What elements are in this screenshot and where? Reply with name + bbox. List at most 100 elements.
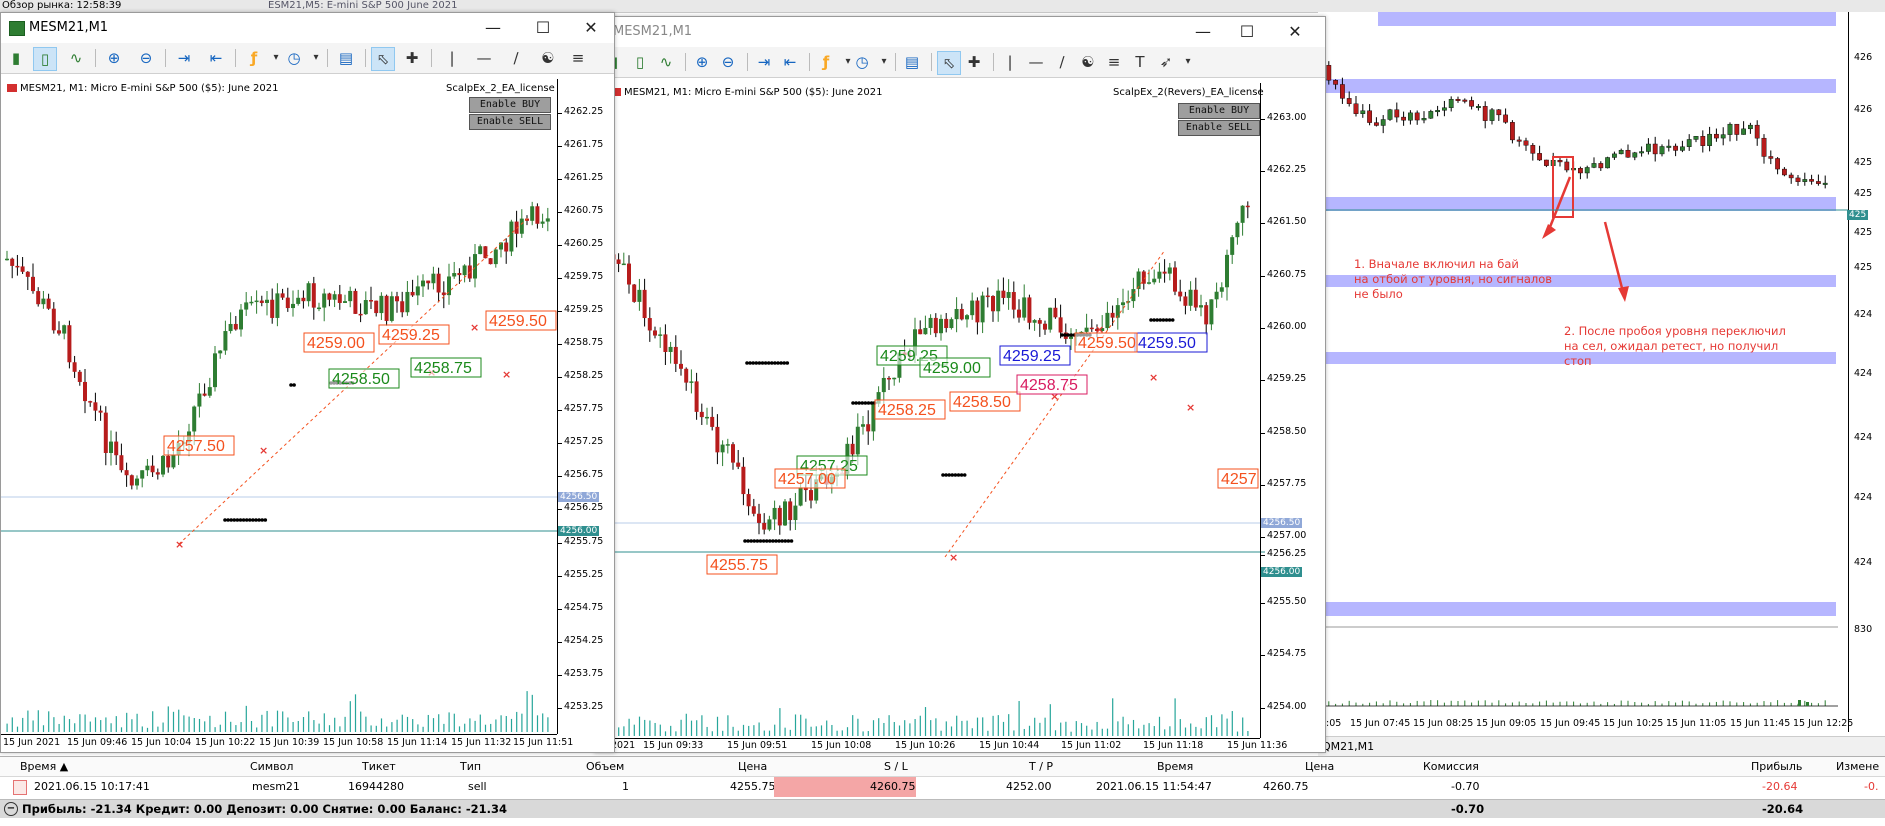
candle: [1632, 151, 1638, 161]
volume-bar: [141, 726, 143, 732]
templates-icon[interactable]: ▤: [901, 51, 923, 73]
window-title-bar[interactable]: MESM21,M1 — ☐ ✕: [595, 17, 1325, 47]
horizontal-line-icon[interactable]: —: [1025, 51, 1047, 73]
volume-bar: [1096, 721, 1098, 736]
close-button[interactable]: ✕: [1277, 21, 1313, 43]
chevron-down-icon[interactable]: ▾: [873, 51, 895, 73]
channel-icon[interactable]: ☯: [1077, 51, 1099, 73]
trade-marker: ×: [1186, 401, 1195, 414]
price-label: 4257.50: [163, 435, 235, 456]
channel-icon[interactable]: ☯: [537, 47, 559, 69]
candle: [1214, 282, 1219, 308]
col-ticket[interactable]: Тикет: [362, 759, 396, 775]
col-profit[interactable]: Прибыль: [1751, 759, 1802, 775]
cursor-icon[interactable]: ⬁: [937, 51, 961, 75]
maximize-button[interactable]: ☐: [1229, 21, 1265, 43]
chart-area[interactable]: MESM21, M1: Micro E-mini S&P 500 ($5): J…: [595, 83, 1325, 752]
text-tool-icon[interactable]: T: [1129, 51, 1151, 73]
zoom-out-icon[interactable]: ⊖: [717, 51, 739, 73]
vertical-line-icon[interactable]: |: [441, 47, 463, 69]
line-chart-icon[interactable]: ∿: [65, 47, 87, 69]
indicators-icon[interactable]: ƒ: [815, 51, 837, 73]
col-symbol[interactable]: Символ: [250, 759, 293, 775]
periods-clock-icon[interactable]: ◷: [283, 47, 305, 69]
signal-dot: [754, 361, 759, 365]
col-price[interactable]: Цена: [738, 759, 767, 775]
volume-bar: [1236, 731, 1239, 736]
templates-icon[interactable]: ▤: [335, 47, 357, 69]
candle: [1809, 174, 1814, 185]
candle: [504, 238, 509, 264]
volume-bar: [417, 724, 419, 732]
price-label: 4258.50: [328, 368, 400, 389]
volume-bar: [1127, 724, 1129, 736]
chart-area[interactable]: MESM21, M1: Micro E-mini S&P 500 ($5): J…: [1, 79, 614, 752]
col-change[interactable]: Измене: [1836, 759, 1879, 775]
col-tp[interactable]: T / P: [1029, 759, 1053, 775]
crosshair-icon[interactable]: ✚: [963, 51, 985, 73]
close-button[interactable]: ✕: [573, 17, 609, 39]
zoom-in-icon[interactable]: ⊕: [691, 51, 713, 73]
fibonacci-icon[interactable]: ≡: [1103, 51, 1125, 73]
collapse-icon[interactable]: −: [4, 802, 18, 816]
volume-bar: [245, 705, 247, 732]
col-type[interactable]: Тип: [460, 759, 481, 775]
volume-bar: [365, 716, 367, 732]
candle: [301, 290, 306, 309]
price-label: 4258.75: [1016, 374, 1088, 395]
indicators-icon[interactable]: ƒ: [243, 47, 265, 69]
candle-chart-icon[interactable]: ▯: [33, 47, 57, 71]
volume-bar: [464, 723, 466, 732]
signal-dot: [257, 518, 261, 522]
volume-bar: [167, 706, 169, 732]
volume-bar: [857, 718, 859, 736]
chart-window-1[interactable]: MESM21,M1 — ☐ ✕ ▮ ▯ ∿ ⊕ ⊖ ⇥ ⇤ ƒ ▾ ◷ ▾ ▤ …: [0, 12, 615, 753]
col-close-time[interactable]: Время: [1157, 759, 1193, 775]
col-volume[interactable]: Объем: [586, 759, 624, 775]
chart-shift-icon[interactable]: ⇤: [779, 51, 801, 73]
col-commission[interactable]: Комиссия: [1423, 759, 1479, 775]
crosshair-icon[interactable]: ✚: [401, 47, 423, 69]
chart-window-2[interactable]: MESM21,M1 — ☐ ✕ ▮ ▯ ∿ ⊕ ⊖ ⇥ ⇤ ƒ ▾ ◷ ▾ ▤ …: [594, 16, 1326, 753]
bg-chart-tab[interactable]: QM21,M1: [1322, 740, 1374, 753]
fibonacci-icon[interactable]: ≡: [567, 47, 589, 69]
chevron-down-icon[interactable]: ▾: [305, 47, 327, 69]
cursor-icon[interactable]: ⬁: [371, 47, 395, 71]
minimize-button[interactable]: —: [475, 17, 511, 39]
zoom-out-icon[interactable]: ⊖: [135, 47, 157, 69]
line-chart-icon[interactable]: ∿: [655, 51, 677, 73]
col-time[interactable]: Время ▲: [20, 759, 68, 775]
signal-dot: [235, 518, 240, 522]
col-close-price[interactable]: Цена: [1305, 759, 1334, 775]
candle: [405, 281, 410, 316]
maximize-button[interactable]: ☐: [525, 17, 561, 39]
volume-bar: [680, 719, 682, 736]
background-chart-tab[interactable]: ESM21,M5: E-mini S&P 500 June 2021: [268, 0, 458, 12]
window-title-bar[interactable]: MESM21,M1 — ☐ ✕: [1, 13, 614, 43]
candle: [1489, 107, 1495, 125]
volume-bar: [438, 714, 440, 732]
trendline-icon[interactable]: ∕: [1051, 51, 1073, 73]
horizontal-line-icon[interactable]: —: [473, 47, 495, 69]
periods-clock-icon[interactable]: ◷: [851, 51, 873, 73]
zoom-in-icon[interactable]: ⊕: [103, 47, 125, 69]
trendline-icon[interactable]: ∕: [505, 47, 527, 69]
chart-shift-icon[interactable]: ⇤: [205, 47, 227, 69]
candle-chart-icon[interactable]: ▯: [629, 51, 651, 73]
signal-dot: [263, 518, 268, 522]
signal-dot: [789, 539, 794, 543]
autoscroll-icon[interactable]: ⇥: [173, 47, 195, 69]
candle: [642, 278, 647, 327]
minimize-button[interactable]: —: [1185, 21, 1221, 43]
chevron-down-icon[interactable]: ▾: [1177, 51, 1199, 73]
volume-bar: [862, 731, 864, 736]
autoscroll-icon[interactable]: ⇥: [753, 51, 775, 73]
vertical-line-icon[interactable]: |: [999, 51, 1021, 73]
bar-chart-icon[interactable]: ▮: [5, 47, 27, 69]
volume-bar: [1070, 731, 1072, 736]
shapes-icon[interactable]: ➶: [1155, 51, 1177, 73]
volume-bar: [48, 711, 50, 732]
col-sl[interactable]: S / L: [884, 759, 908, 775]
table-row[interactable]: 2021.06.15 10:17:41 mesm21 16944280 sell…: [0, 776, 1885, 798]
volume-bar: [63, 715, 65, 732]
